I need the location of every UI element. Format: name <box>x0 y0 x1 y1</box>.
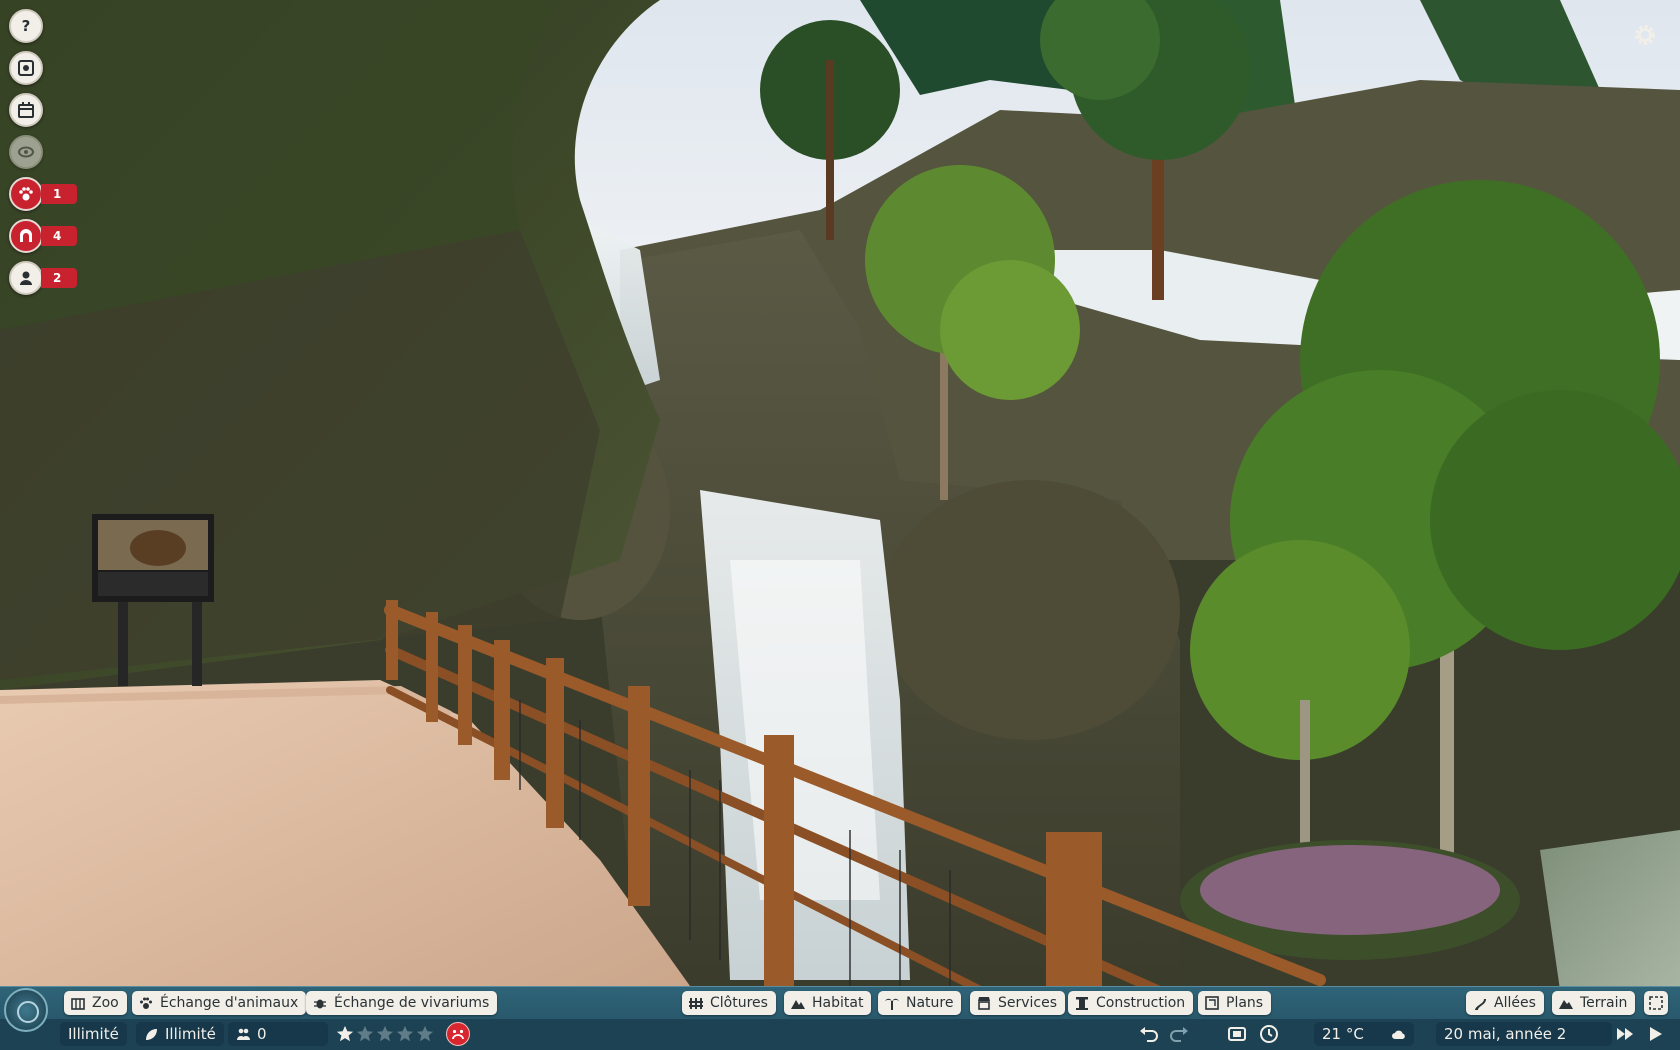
construction-label: Construction <box>1096 995 1186 1011</box>
redo-button[interactable] <box>1166 1022 1192 1046</box>
habitat-label: Habitat <box>812 995 864 1011</box>
construction-button[interactable]: Construction <box>1068 991 1194 1015</box>
vivarium-exchange-button[interactable]: Échange de vivariums <box>306 991 498 1015</box>
shop-icon <box>976 995 992 1011</box>
redo-icon <box>1170 1027 1188 1042</box>
plans-label: Plans <box>1226 995 1264 1011</box>
game-viewport[interactable] <box>0 0 1680 1050</box>
expand-menu-button[interactable] <box>1644 991 1668 1015</box>
star-empty-icon <box>376 1025 394 1042</box>
staff-person-icon <box>20 271 32 285</box>
blueprint-icon <box>1204 995 1220 1011</box>
vivarium-exchange-label: Échange de vivariums <box>334 995 490 1011</box>
star-empty-icon <box>396 1025 414 1042</box>
zoo-overview-button[interactable] <box>9 51 43 85</box>
star-filled-icon <box>336 1025 354 1042</box>
star-empty-icon <box>416 1025 434 1042</box>
guests-value: 0 <box>257 1025 267 1043</box>
zoo-rating[interactable] <box>336 1022 434 1046</box>
scene-illustration <box>0 0 1680 1005</box>
undo-icon <box>1140 1027 1158 1042</box>
terrain-button[interactable]: Terrain <box>1552 991 1636 1015</box>
svg-text:?: ? <box>22 17 31 35</box>
staff-alert-button[interactable] <box>9 261 43 295</box>
guest-mood-indicator[interactable] <box>446 1022 470 1046</box>
nature-label: Nature <box>906 995 954 1011</box>
date-readout[interactable]: 20 mai, année 2 <box>1436 1022 1612 1046</box>
animal-exchange-label: Échange d'animaux <box>160 995 299 1011</box>
main-menu-button[interactable] <box>4 988 48 1032</box>
star-empty-icon <box>356 1025 374 1042</box>
settings-button[interactable] <box>1628 18 1662 52</box>
habitat-icon <box>790 995 806 1011</box>
zoo-button[interactable]: Zoo <box>64 991 127 1015</box>
services-label: Services <box>998 995 1058 1011</box>
sad-face-icon <box>452 1029 464 1040</box>
nature-button[interactable]: Nature <box>878 991 962 1015</box>
time-of-day-button[interactable] <box>1256 1022 1282 1046</box>
paths-button[interactable]: Allées <box>1466 991 1544 1015</box>
zoo-gate-icon <box>70 995 86 1011</box>
terrain-label: Terrain <box>1580 995 1628 1011</box>
habitat-button[interactable]: Habitat <box>784 991 872 1015</box>
column-icon <box>1074 995 1090 1011</box>
paw-icon <box>138 995 154 1011</box>
play-icon <box>1650 1027 1662 1041</box>
question-mark-icon: ? <box>22 17 31 35</box>
clock-icon <box>1260 1025 1278 1043</box>
help-button[interactable]: ? <box>9 9 43 43</box>
gear-icon <box>1635 25 1655 45</box>
services-button[interactable]: Services <box>970 991 1066 1015</box>
animal-exchange-button[interactable]: Échange d'animaux <box>132 991 307 1015</box>
guests-icon <box>236 1027 251 1042</box>
undo-button[interactable] <box>1136 1022 1162 1046</box>
eye-icon <box>18 146 34 158</box>
animals-alert-count: 1 <box>41 184 77 204</box>
animals-alert-button[interactable] <box>9 177 43 211</box>
expand-icon <box>1648 995 1664 1011</box>
paths-label: Allées <box>1494 995 1536 1011</box>
shelters-alert-button[interactable] <box>9 219 43 253</box>
view-mode-button[interactable] <box>9 135 43 169</box>
plans-button[interactable]: Plans <box>1198 991 1272 1015</box>
camera-mode-button[interactable] <box>1224 1022 1250 1046</box>
play-button[interactable] <box>1642 1022 1668 1046</box>
research-value: Illimité <box>165 1025 216 1043</box>
staff-alert-count: 2 <box>41 268 77 288</box>
shelters-alert-count: 4 <box>41 226 77 246</box>
weather-readout[interactable]: 21 °C <box>1314 1022 1414 1046</box>
zoo-badge-icon <box>18 60 34 76</box>
bug-icon <box>312 995 328 1011</box>
calendar-button[interactable] <box>9 93 43 127</box>
path-icon <box>1472 995 1488 1011</box>
shelter-arch-icon <box>20 229 32 242</box>
fast-forward-icon <box>1617 1028 1633 1040</box>
fast-forward-button[interactable] <box>1612 1022 1638 1046</box>
calendar-icon <box>18 102 34 118</box>
mountain-icon <box>1558 995 1574 1011</box>
zoo-button-label: Zoo <box>92 995 119 1011</box>
leaf-icon <box>144 1027 159 1042</box>
camera-icon <box>1228 1027 1246 1041</box>
guests-readout[interactable]: 0 <box>228 1022 328 1046</box>
temperature-value: 21 °C <box>1322 1025 1364 1043</box>
research-readout[interactable]: Illimité <box>136 1022 224 1046</box>
cloud-icon <box>1391 1027 1406 1042</box>
date-value: 20 mai, année 2 <box>1444 1025 1567 1043</box>
palm-tree-icon <box>884 995 900 1011</box>
fence-icon <box>688 995 704 1011</box>
money-value: Illimité <box>68 1025 119 1043</box>
money-readout[interactable]: Illimité <box>60 1022 127 1046</box>
fences-label: Clôtures <box>710 995 768 1011</box>
fences-button[interactable]: Clôtures <box>682 991 776 1015</box>
paw-icon <box>19 187 33 201</box>
